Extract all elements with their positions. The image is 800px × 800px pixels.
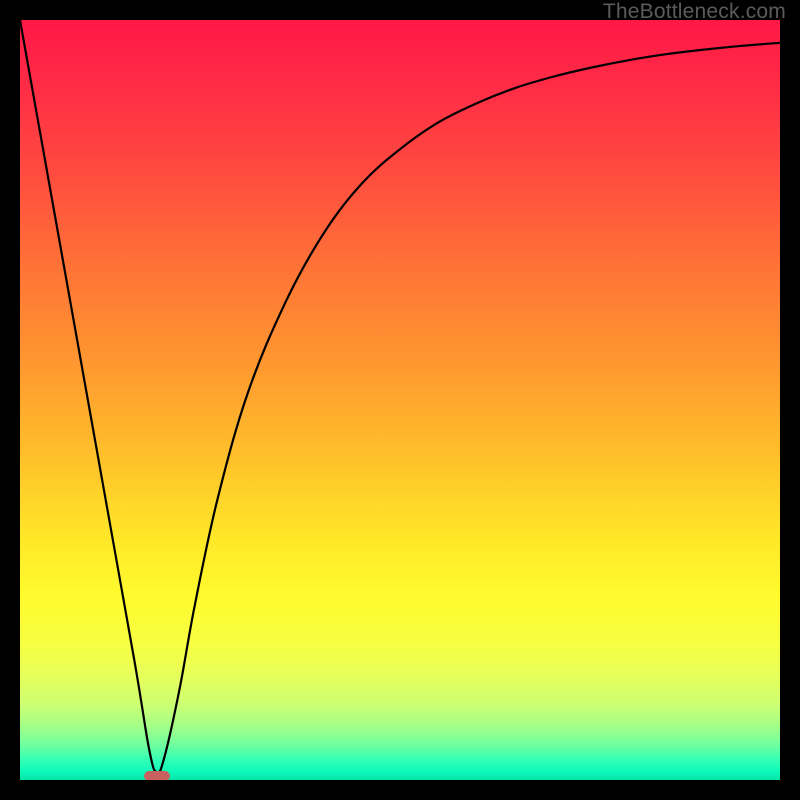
optimum-marker xyxy=(144,771,170,780)
plot-area xyxy=(20,20,780,780)
chart-frame: TheBottleneck.com xyxy=(0,0,800,800)
background-gradient xyxy=(20,20,780,780)
